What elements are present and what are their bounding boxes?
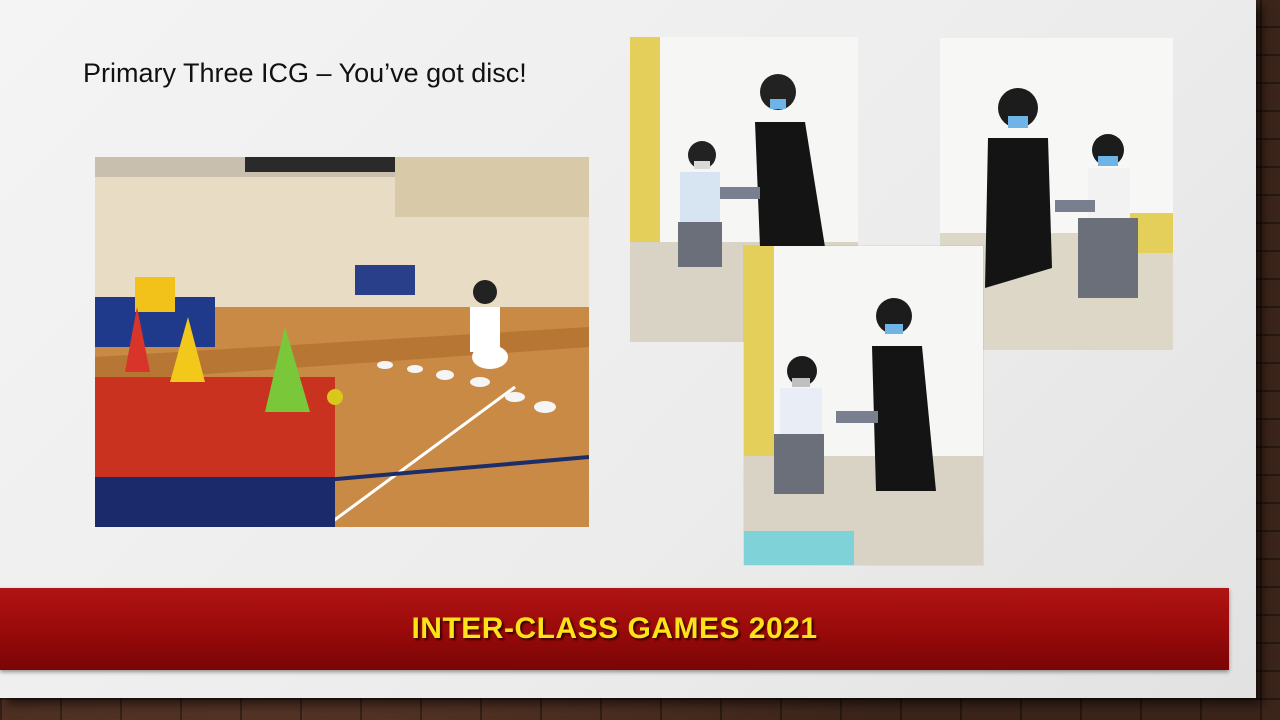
slide-title: Primary Three ICG – You’ve got disc! bbox=[83, 58, 527, 88]
gym-disc-game-photo bbox=[95, 157, 589, 527]
banner-title: INTER-CLASS GAMES 2021 bbox=[411, 612, 818, 645]
award-presentation-photo-3 bbox=[744, 246, 983, 565]
title-banner: INTER-CLASS GAMES 2021 bbox=[0, 588, 1229, 670]
